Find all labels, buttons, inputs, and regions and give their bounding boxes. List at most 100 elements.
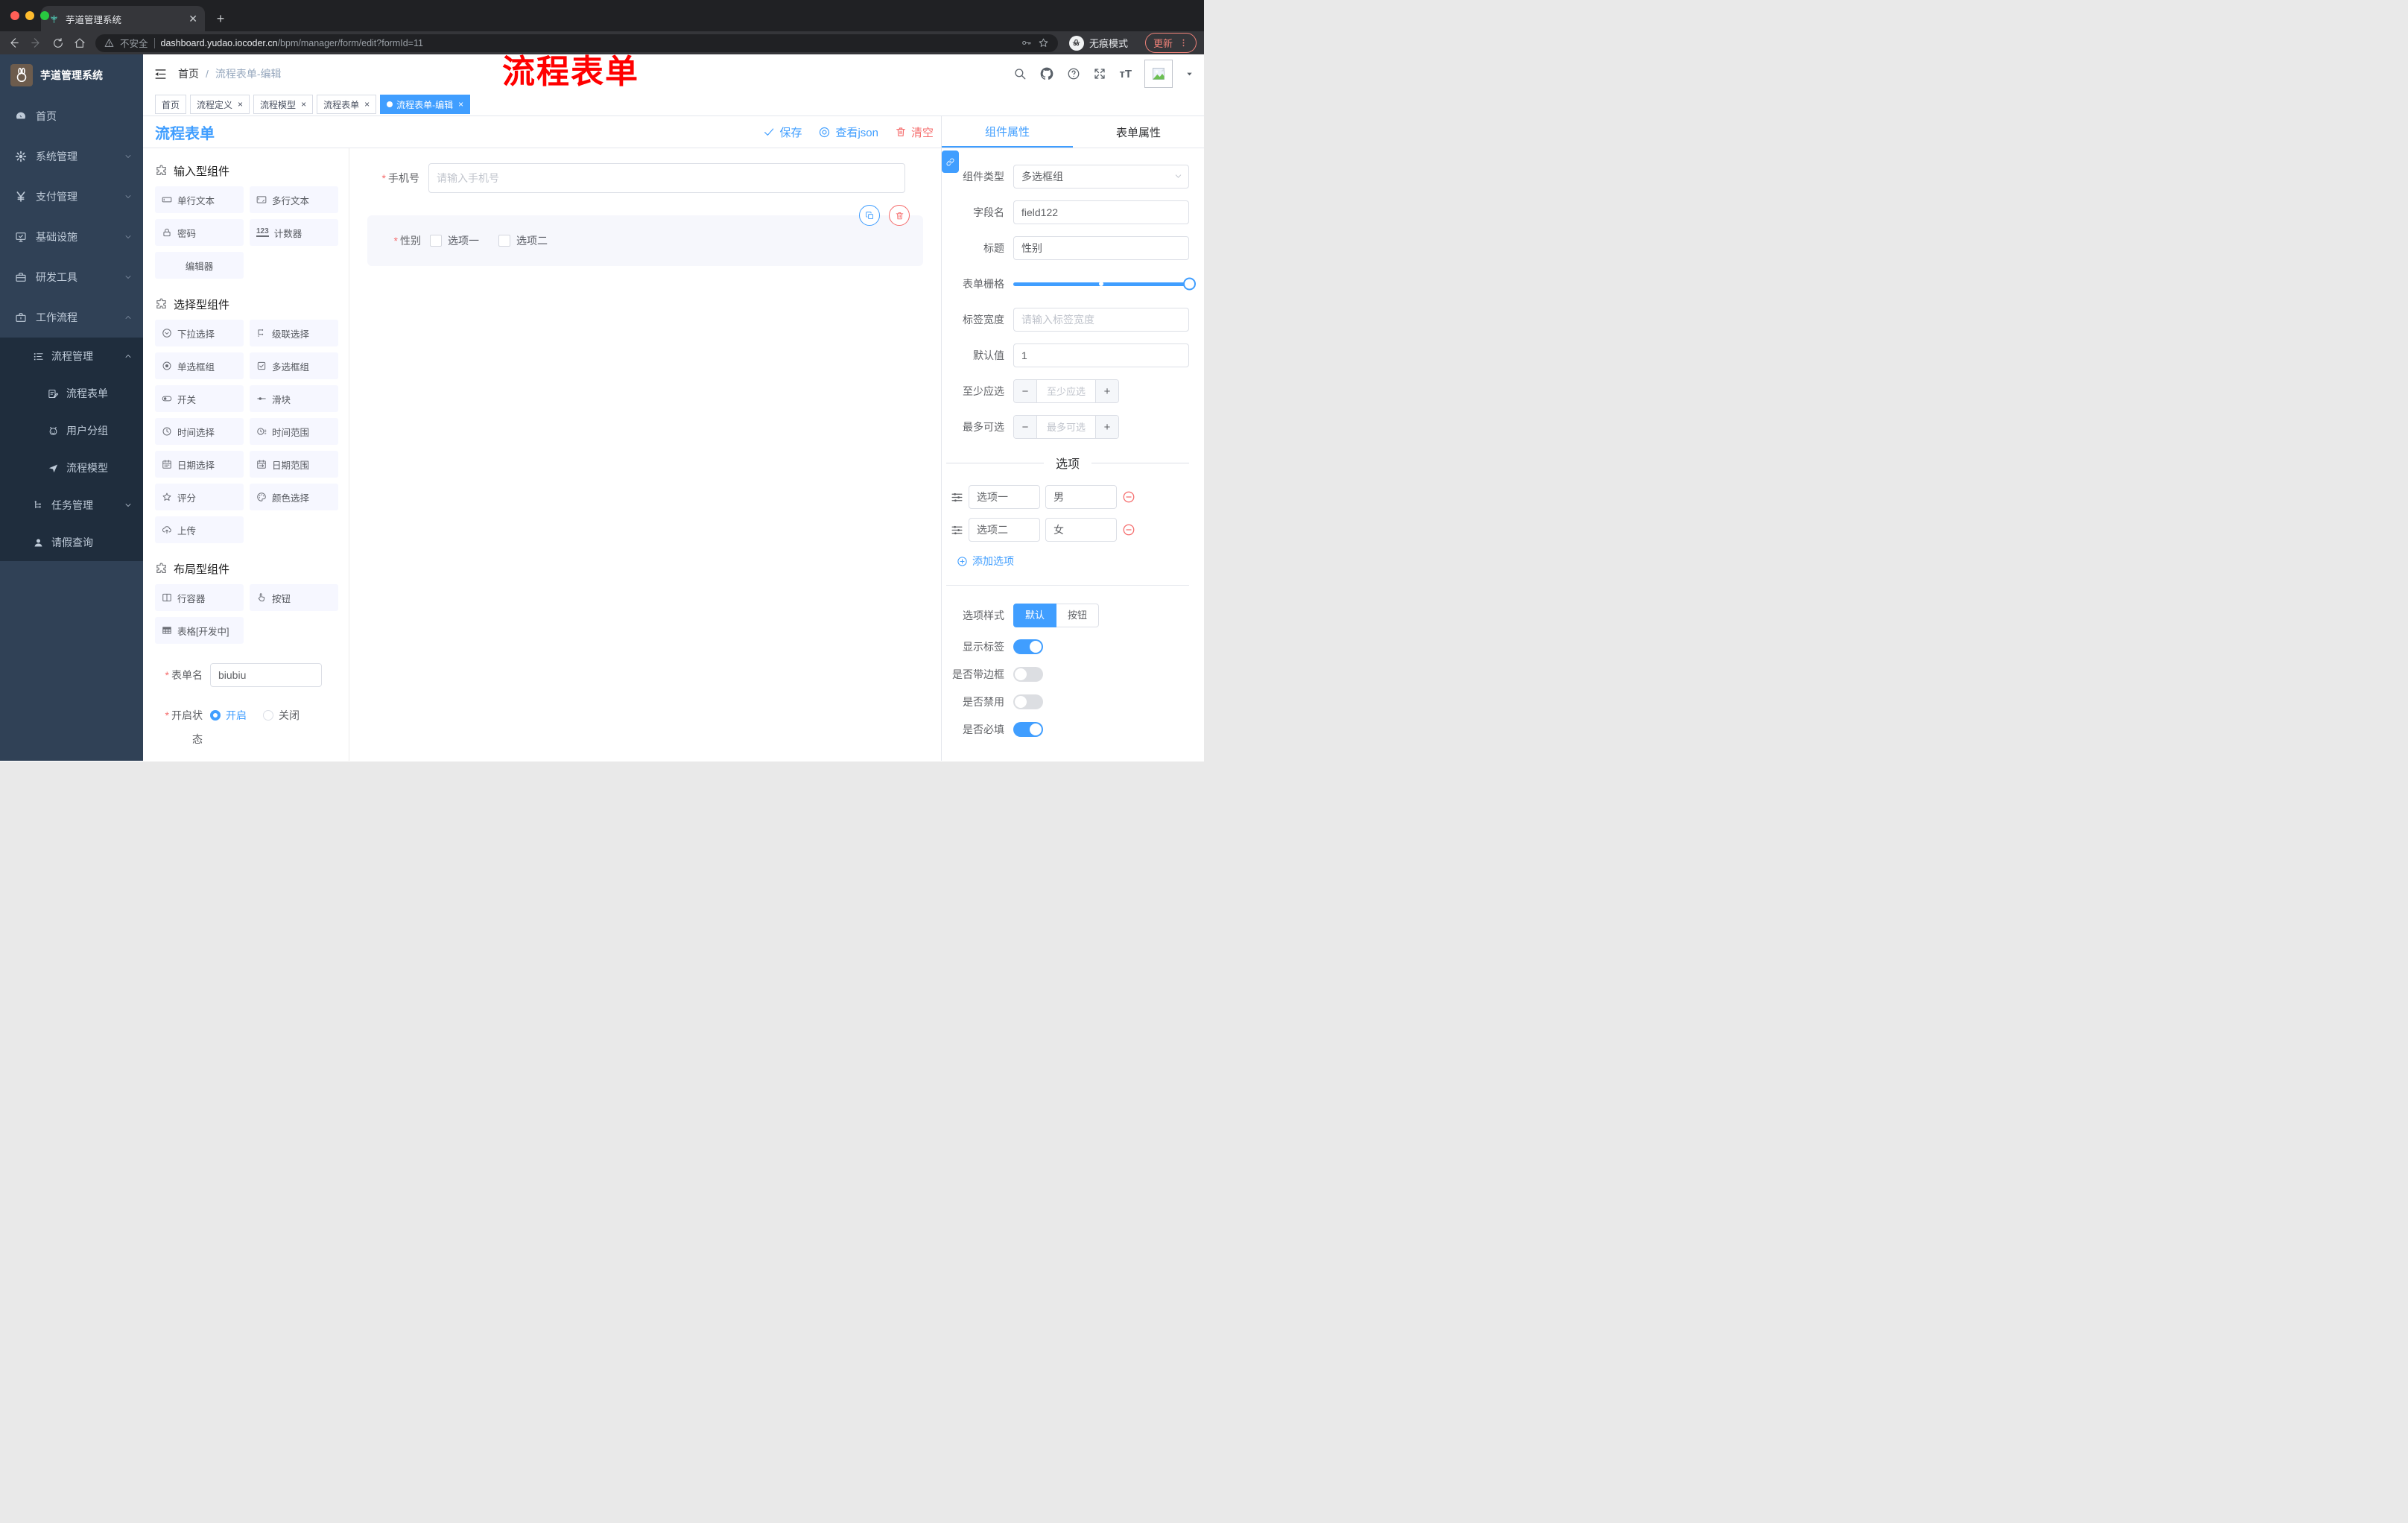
min-select-stepper[interactable]: − +: [1013, 379, 1119, 403]
canvas-field-gender-selected[interactable]: 性别 选项一 选项二: [367, 205, 923, 266]
component-type-select[interactable]: [1013, 165, 1189, 189]
palette-item-slider[interactable]: 滑块: [250, 385, 338, 412]
status-radio-on[interactable]: 开启: [210, 708, 247, 723]
tab-component-props[interactable]: 组件属性: [942, 116, 1073, 148]
canvas-field-phone[interactable]: 手机号: [367, 163, 923, 193]
view-json-button[interactable]: 查看json: [818, 124, 878, 140]
copy-component-button[interactable]: [859, 205, 880, 226]
avatar[interactable]: [1144, 60, 1173, 88]
browser-menu-kebab-icon[interactable]: [1179, 38, 1188, 48]
tab-form-props[interactable]: 表单属性: [1073, 116, 1204, 148]
palette-item-single-text[interactable]: 单行文本: [155, 186, 244, 213]
tag-home[interactable]: 首页: [155, 95, 187, 114]
browser-tab[interactable]: 芋道管理系统 ✕: [41, 6, 205, 31]
option2-label-input[interactable]: [969, 518, 1040, 542]
password-key-icon[interactable]: [1021, 37, 1032, 48]
status-radio-off[interactable]: 关闭: [263, 708, 300, 723]
option2-value-input[interactable]: [1045, 518, 1117, 542]
breadcrumb-home[interactable]: 首页: [178, 66, 199, 81]
close-window-button[interactable]: [10, 11, 19, 20]
field-name-input[interactable]: [1013, 200, 1189, 224]
palette-item-switch[interactable]: 开关: [155, 385, 244, 412]
palette-item-color-picker[interactable]: 颜色选择: [250, 484, 338, 510]
palette-item-cascader[interactable]: 级联选择: [250, 320, 338, 346]
tag-close-icon[interactable]: ×: [364, 99, 370, 110]
gender-option1-checkbox[interactable]: 选项一: [430, 233, 479, 248]
address-bar[interactable]: 不安全 dashboard.yudao.iocoder.cn/bpm/manag…: [95, 34, 1058, 52]
palette-item-table[interactable]: 表格[开发中]: [155, 617, 244, 644]
home-button[interactable]: [74, 37, 86, 49]
tag-close-icon[interactable]: ×: [458, 99, 463, 110]
stepper-minus-button[interactable]: −: [1014, 416, 1037, 438]
required-switch[interactable]: [1013, 722, 1043, 737]
caret-down-icon[interactable]: [1185, 70, 1194, 78]
option1-value-input[interactable]: [1045, 485, 1117, 509]
remove-option-button[interactable]: [1122, 523, 1135, 536]
external-link-tab[interactable]: [942, 151, 959, 173]
back-button[interactable]: [7, 37, 20, 49]
palette-item-password[interactable]: 密码: [155, 219, 244, 246]
palette-item-button[interactable]: 按钮: [250, 584, 338, 611]
tag-process-model[interactable]: 流程模型 ×: [253, 95, 314, 114]
sidebar-item-infra[interactable]: 基础设施: [0, 217, 143, 257]
palette-item-row-container[interactable]: 行容器: [155, 584, 244, 611]
palette-item-rate[interactable]: 评分: [155, 484, 244, 510]
style-button-button[interactable]: 按钮: [1056, 604, 1100, 627]
bookmark-star-icon[interactable]: [1038, 37, 1049, 48]
form-canvas[interactable]: 手机号: [349, 148, 941, 761]
tag-process-form[interactable]: 流程表单 ×: [317, 95, 377, 114]
default-value-input[interactable]: [1013, 343, 1189, 367]
sidebar-item-task-mgmt[interactable]: 任务管理: [0, 487, 143, 524]
palette-item-counter[interactable]: 123 计数器: [250, 219, 338, 246]
delete-component-button[interactable]: [889, 205, 910, 226]
label-width-input[interactable]: [1013, 308, 1189, 332]
palette-item-time-picker[interactable]: 时间选择: [155, 418, 244, 445]
palette-item-date-picker[interactable]: 日期选择: [155, 451, 244, 478]
palette-item-select[interactable]: 下拉选择: [155, 320, 244, 346]
sidebar-item-system[interactable]: 系统管理: [0, 136, 143, 177]
save-button[interactable]: 保存: [763, 124, 802, 140]
github-icon[interactable]: [1039, 66, 1054, 81]
drag-handle-icon[interactable]: [951, 524, 963, 536]
tag-close-icon[interactable]: ×: [238, 99, 243, 110]
max-select-input[interactable]: [1037, 416, 1095, 438]
sidebar-item-process-mgmt[interactable]: 流程管理: [0, 338, 143, 375]
sidebar-item-process-model[interactable]: 流程模型: [0, 449, 143, 487]
palette-item-checkbox-group[interactable]: 多选框组: [250, 352, 338, 379]
stepper-minus-button[interactable]: −: [1014, 380, 1037, 402]
minimize-window-button[interactable]: [25, 11, 34, 20]
sidebar-item-process-form[interactable]: 流程表单: [0, 375, 143, 412]
tab-close-icon[interactable]: ✕: [188, 13, 197, 25]
sidebar-item-payment[interactable]: 支付管理: [0, 177, 143, 217]
clear-button[interactable]: 清空: [895, 124, 934, 140]
min-select-input[interactable]: [1037, 380, 1095, 402]
search-icon[interactable]: [1013, 67, 1027, 80]
maximize-window-button[interactable]: [40, 11, 49, 20]
palette-item-multi-text[interactable]: 多行文本: [250, 186, 338, 213]
forward-button[interactable]: [30, 37, 42, 49]
palette-item-upload[interactable]: 上传: [155, 516, 244, 543]
slider-handle[interactable]: [1183, 277, 1196, 291]
disabled-switch[interactable]: [1013, 694, 1043, 709]
tag-close-icon[interactable]: ×: [301, 99, 306, 110]
title-input[interactable]: [1013, 236, 1189, 260]
remove-option-button[interactable]: [1122, 490, 1135, 504]
sidebar-item-home[interactable]: 首页: [0, 96, 143, 136]
stepper-plus-button[interactable]: +: [1095, 416, 1118, 438]
help-icon[interactable]: [1067, 67, 1080, 80]
reload-button[interactable]: [52, 37, 64, 49]
form-grid-slider[interactable]: [1013, 272, 1196, 296]
sidebar-item-user-group[interactable]: 用户分组: [0, 412, 143, 449]
new-tab-button[interactable]: +: [211, 9, 230, 28]
sidebar-item-devtools[interactable]: 研发工具: [0, 257, 143, 297]
drag-handle-icon[interactable]: [951, 491, 963, 504]
add-option-button[interactable]: 添加选项: [957, 554, 1189, 569]
gender-option2-checkbox[interactable]: 选项二: [498, 233, 548, 248]
form-name-input[interactable]: [210, 663, 322, 687]
option1-label-input[interactable]: [969, 485, 1040, 509]
sidebar-item-leave-query[interactable]: 请假查询: [0, 524, 143, 561]
tag-process-form-edit[interactable]: 流程表单-编辑 ×: [380, 95, 471, 114]
palette-item-date-range[interactable]: 日期范围: [250, 451, 338, 478]
max-select-stepper[interactable]: − +: [1013, 415, 1119, 439]
with-border-switch[interactable]: [1013, 667, 1043, 682]
